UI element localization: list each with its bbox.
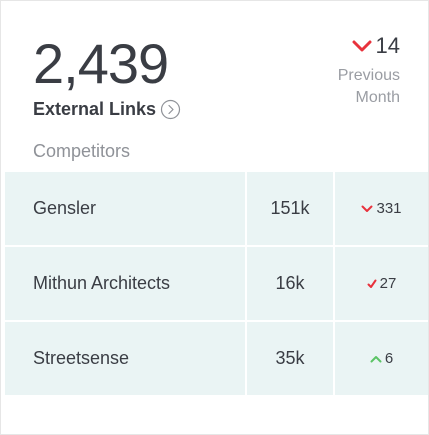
chevron-down-icon	[361, 205, 373, 213]
external-links-widget: 2,439 14 Previous Month External Links C…	[0, 0, 429, 435]
competitor-change-value: 6	[384, 350, 394, 367]
comparison-label-line1: Previous	[337, 67, 400, 84]
overall-change: 14	[352, 33, 400, 59]
table-row[interactable]: Gensler 151k 331	[5, 172, 428, 245]
competitor-change: 27	[335, 247, 428, 320]
competitor-change-value: 331	[376, 200, 402, 217]
chevron-down-icon	[352, 40, 372, 52]
info-circle-icon[interactable]	[160, 99, 181, 120]
overall-change-value: 14	[375, 33, 400, 58]
competitor-value: 151k	[247, 172, 333, 245]
competitor-change: 6	[335, 322, 428, 395]
competitors-table: Gensler 151k 331 Mithun Architects 16k 2…	[5, 172, 428, 397]
comparison-label-line2: Month	[355, 89, 400, 106]
competitor-name: Mithun Architects	[5, 247, 245, 320]
competitor-name: Gensler	[5, 172, 245, 245]
competitors-heading: Competitors	[33, 141, 131, 161]
comparison-label: Previous Month	[280, 65, 400, 109]
table-row[interactable]: Streetsense 35k 6	[5, 322, 428, 395]
metric-title: External Links	[33, 99, 181, 120]
competitor-name: Streetsense	[5, 322, 245, 395]
competitor-value: 35k	[247, 322, 333, 395]
chevron-down-icon	[367, 279, 377, 289]
competitor-value: 16k	[247, 247, 333, 320]
table-row[interactable]: Mithun Architects 16k 27	[5, 247, 428, 320]
competitor-change: 331	[335, 172, 428, 245]
chevron-up-icon	[370, 355, 382, 363]
competitor-change-value: 27	[379, 275, 397, 292]
total-value: 2,439	[33, 32, 169, 95]
metric-label: External Links	[33, 99, 157, 119]
